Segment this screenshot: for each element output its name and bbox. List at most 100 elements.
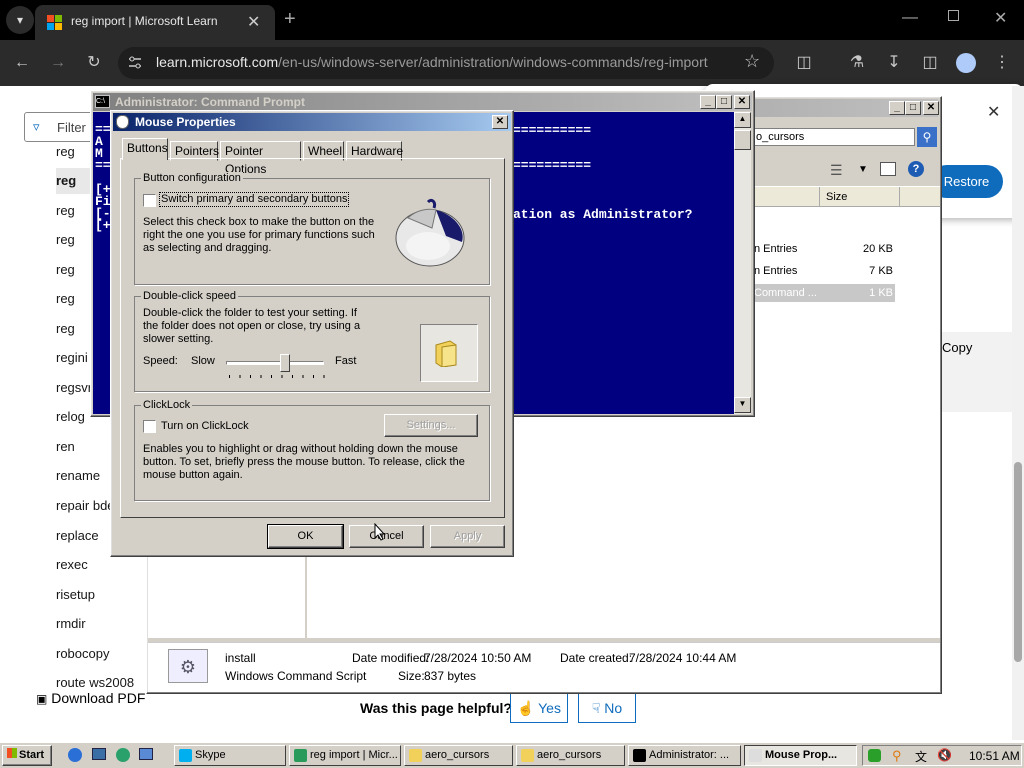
- popup-close-icon[interactable]: ✕: [987, 102, 1000, 122]
- page-scrollbar[interactable]: [1012, 86, 1024, 740]
- table-row[interactable]: Command ... 1 KB: [754, 284, 895, 302]
- cmd-close-button[interactable]: ✕: [734, 95, 750, 109]
- back-icon[interactable]: ←: [6, 47, 38, 79]
- speed-slider-track[interactable]: [226, 361, 324, 365]
- tray-language-icon[interactable]: 文: [915, 748, 927, 765]
- cmd-scroll-thumb[interactable]: [734, 130, 751, 150]
- toc-nav-item[interactable]: reg: [56, 321, 75, 336]
- side-panel-icon[interactable]: ◫: [914, 47, 946, 79]
- toc-nav-item[interactable]: rename: [56, 468, 100, 483]
- minimize-window-icon[interactable]: —: [902, 9, 918, 27]
- address-bar[interactable]: learn.microsoft.com/en-us/windows-server…: [118, 47, 774, 79]
- test-folder-box[interactable]: [420, 324, 478, 382]
- download-icon[interactable]: ↧: [878, 47, 910, 79]
- fast-label: Fast: [335, 355, 357, 367]
- reload-icon[interactable]: ↻: [78, 47, 110, 79]
- view-dropdown-icon[interactable]: ▼: [858, 164, 868, 175]
- toc-nav-item[interactable]: repair bde: [56, 498, 115, 513]
- extensions-icon[interactable]: ◫: [788, 47, 820, 79]
- forward-icon[interactable]: →: [42, 47, 74, 79]
- toc-nav-item[interactable]: reg: [56, 203, 75, 218]
- cmd-scroll-down-button[interactable]: ▼: [734, 397, 751, 413]
- cmd-maximize-button[interactable]: □: [716, 95, 732, 109]
- view-options-icon[interactable]: ☰: [830, 162, 843, 179]
- toc-nav-item[interactable]: reg: [56, 232, 75, 247]
- toc-nav-item[interactable]: reg: [56, 291, 75, 306]
- toc-nav-item[interactable]: robocopy: [56, 646, 109, 661]
- cmd-app-icon: C:\: [95, 95, 110, 108]
- explorer-search-input[interactable]: o_cursors: [752, 128, 915, 146]
- bookmark-star-icon[interactable]: ☆: [744, 51, 760, 72]
- filter-box[interactable]: ▿ Filter: [24, 112, 94, 142]
- toc-nav-item[interactable]: relog: [56, 409, 85, 424]
- taskbar-button[interactable]: aero_cursors: [516, 745, 625, 766]
- tray-search-icon[interactable]: ⚲: [892, 748, 902, 764]
- quicklaunch-window-icon[interactable]: [139, 748, 153, 760]
- download-pdf-link[interactable]: ▣ Download PDF: [36, 690, 145, 706]
- toc-nav-item[interactable]: reg: [56, 144, 75, 159]
- taskbar-button[interactable]: Mouse Prop...: [744, 745, 857, 766]
- toc-nav-item[interactable]: risetup: [56, 587, 95, 602]
- browser-tab-active[interactable]: reg import | Microsoft Learn ✕: [35, 5, 275, 40]
- cmd-title: Administrator: Command Prompt: [115, 95, 306, 109]
- start-label: Start: [19, 749, 45, 761]
- menu-kebab-icon[interactable]: ⋮: [986, 47, 1018, 79]
- close-window-icon[interactable]: ✕: [994, 8, 1007, 28]
- yes-button[interactable]: ☝ Yes: [510, 693, 568, 723]
- new-tab-icon[interactable]: +: [284, 8, 296, 31]
- copy-button[interactable]: Copy: [942, 340, 972, 355]
- explorer-close-button[interactable]: ✕: [923, 101, 939, 115]
- clicklock-checkbox-label[interactable]: Turn on ClickLock: [161, 420, 249, 433]
- page-scrollbar-thumb[interactable]: [1014, 462, 1022, 662]
- help-icon[interactable]: ?: [908, 161, 924, 177]
- toc-nav-item[interactable]: replace: [56, 528, 99, 543]
- quicklaunch-desktop-icon[interactable]: [92, 748, 106, 760]
- profile-avatar-icon[interactable]: [956, 53, 976, 73]
- close-tab-icon[interactable]: ✕: [247, 12, 260, 32]
- taskbar-button[interactable]: Skype: [174, 745, 286, 766]
- tray-speaker-muted-icon[interactable]: 🔇: [937, 748, 952, 762]
- filter-label: Filter: [57, 120, 86, 135]
- clicklock-checkbox[interactable]: [143, 420, 156, 433]
- clicklock-settings-button[interactable]: Settings...: [384, 414, 478, 437]
- cmd-line: [+: [95, 218, 111, 233]
- quicklaunch-messenger-icon[interactable]: [116, 748, 130, 762]
- switch-buttons-label[interactable]: Switch primary and secondary buttons: [158, 192, 350, 207]
- toc-nav-item[interactable]: rmdir: [56, 616, 86, 631]
- cmd-minimize-button[interactable]: _: [700, 95, 716, 109]
- cancel-button[interactable]: Cancel: [349, 525, 424, 548]
- preview-pane-icon[interactable]: [880, 162, 896, 176]
- system-tray: ⚲ 文 🔇 10:51 AM: [862, 745, 1022, 766]
- mouse-close-button[interactable]: ✕: [492, 115, 508, 129]
- tray-shield-icon[interactable]: [868, 749, 881, 762]
- table-row[interactable]: n Entries 7 KB: [754, 262, 895, 280]
- taskbar-button[interactable]: aero_cursors: [404, 745, 513, 766]
- start-button[interactable]: Start: [2, 745, 52, 766]
- labs-flask-icon[interactable]: ⚗: [841, 47, 873, 79]
- tab-list-button[interactable]: ▾: [6, 6, 34, 34]
- cmd-scrollbar[interactable]: ▲ ▼: [734, 112, 751, 414]
- explorer-minimize-button[interactable]: _: [889, 101, 905, 115]
- explorer-search-icon[interactable]: ⚲: [917, 127, 937, 147]
- cmd-scroll-up-button[interactable]: ▲: [734, 112, 751, 128]
- toc-nav-item[interactable]: regini: [56, 350, 88, 365]
- table-row[interactable]: n Entries 20 KB: [754, 240, 895, 258]
- ok-button[interactable]: OK: [267, 524, 344, 549]
- quicklaunch-ie-icon[interactable]: [68, 748, 82, 762]
- taskbar-button[interactable]: Administrator: ...: [628, 745, 741, 766]
- restore-window-icon[interactable]: [948, 10, 959, 21]
- toc-nav-item[interactable]: reg: [56, 262, 75, 277]
- speed-slider-thumb[interactable]: [279, 354, 290, 372]
- no-button[interactable]: ☟ No: [578, 693, 636, 723]
- taskbar-button[interactable]: reg import | Micr...: [289, 745, 401, 766]
- site-info-icon[interactable]: [126, 54, 144, 72]
- apply-button[interactable]: Apply: [430, 525, 505, 548]
- explorer-maximize-button[interactable]: □: [905, 101, 921, 115]
- toc-nav-item[interactable]: rexec: [56, 557, 88, 572]
- toc-nav-item[interactable]: route ws2008: [56, 675, 134, 690]
- toc-nav-item[interactable]: ren: [56, 439, 75, 454]
- column-header-size[interactable]: Size: [826, 191, 847, 203]
- tab-buttons[interactable]: Buttons: [122, 138, 168, 160]
- toc-nav-item[interactable]: reg: [56, 173, 76, 188]
- switch-buttons-checkbox[interactable]: [143, 194, 156, 207]
